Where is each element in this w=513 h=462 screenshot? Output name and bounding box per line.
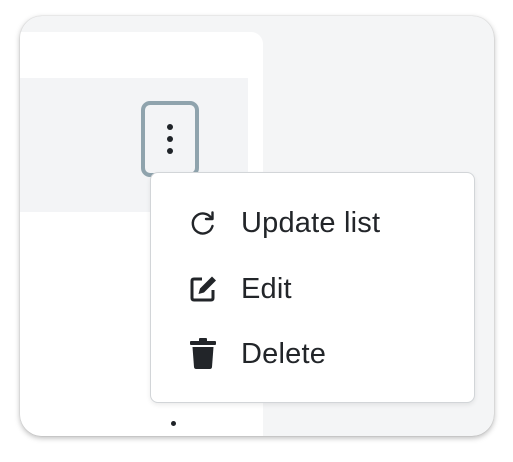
menu-item-label: Edit: [241, 272, 292, 305]
menu-item-label: Delete: [241, 337, 327, 370]
trash-icon: [187, 338, 219, 370]
menu-item-edit[interactable]: Edit: [151, 263, 474, 315]
edit-icon: [187, 273, 219, 305]
kebab-dot: [167, 136, 173, 142]
more-options-button[interactable]: [141, 101, 199, 177]
menu-item-label: Update list: [241, 206, 381, 239]
menu-item-delete[interactable]: Delete: [151, 328, 474, 380]
app-window: Update list Edit Delete: [20, 16, 494, 436]
kebab-dot: [167, 148, 173, 154]
refresh-icon: [187, 207, 219, 239]
menu-item-update-list[interactable]: Update list: [151, 197, 474, 249]
kebab-dot: [167, 124, 173, 130]
options-menu: Update list Edit Delete: [150, 172, 475, 403]
dot-indicator: [171, 421, 176, 426]
